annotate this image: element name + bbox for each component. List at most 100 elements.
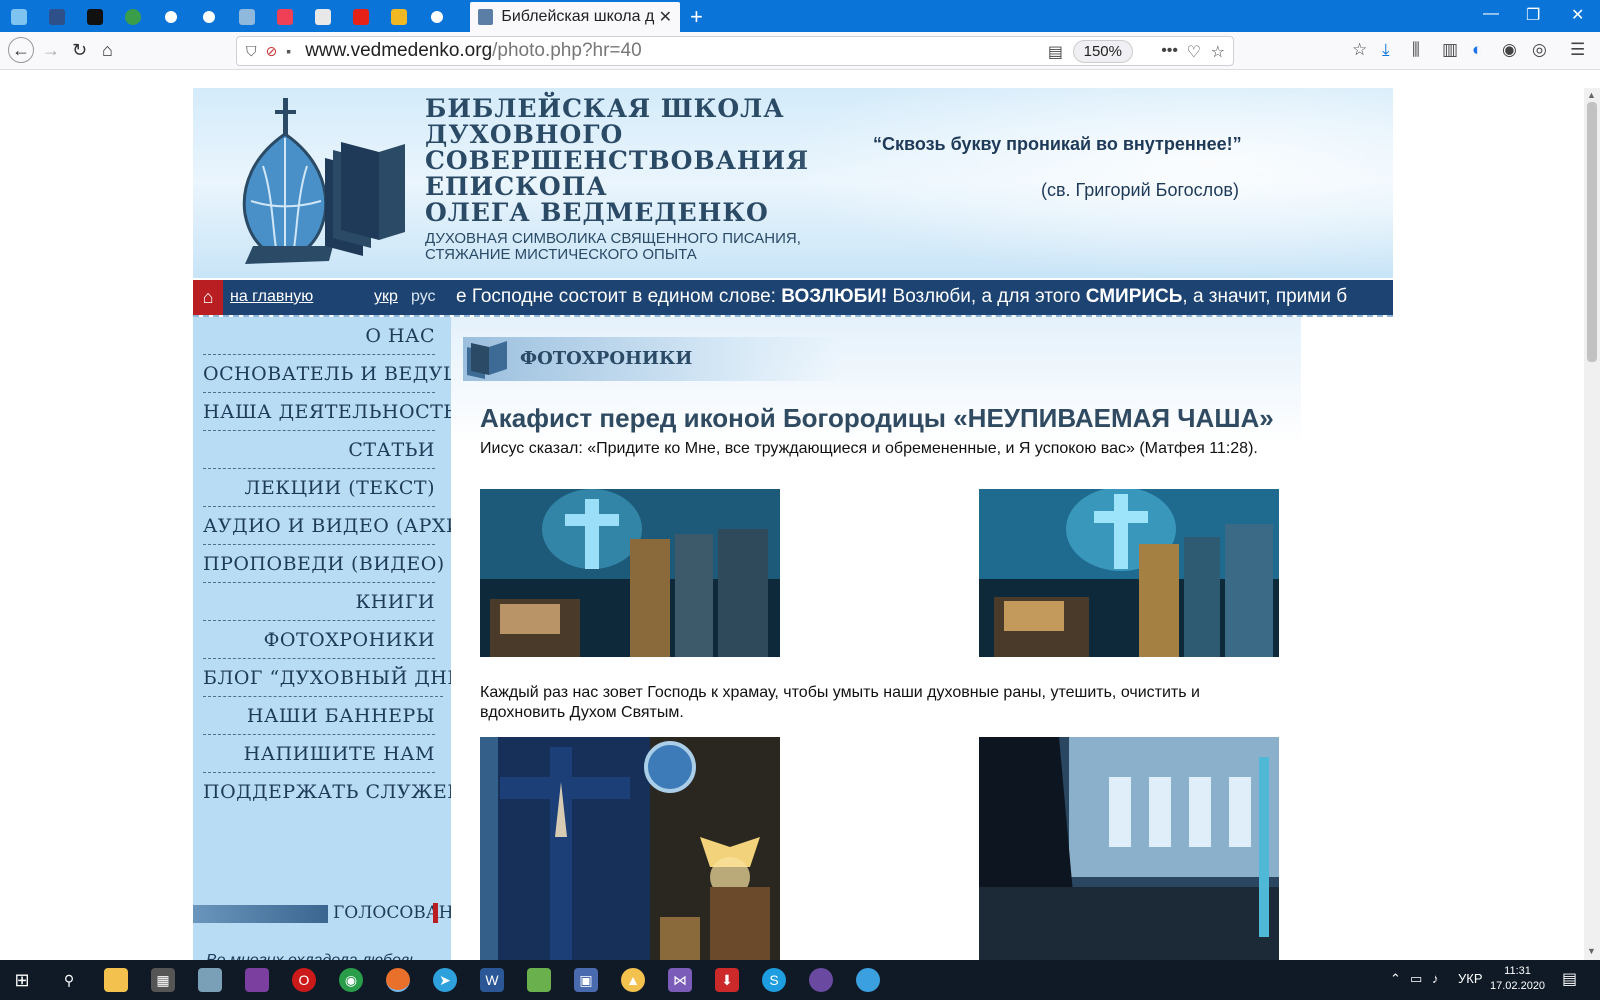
app-icon[interactable]: ▲	[621, 968, 645, 992]
downloads-icon[interactable]: ⤓	[1382, 40, 1390, 60]
lang-ukr-link[interactable]: укр	[374, 288, 398, 306]
pinned-tab[interactable]	[42, 4, 72, 30]
photo-2[interactable]	[979, 489, 1279, 657]
scroll-down-icon[interactable]: ▼	[1587, 946, 1596, 956]
opera-icon[interactable]: O	[292, 968, 316, 992]
menu-item-sermons[interactable]: ПРОПОВЕДИ (ВИДЕО)	[203, 545, 444, 583]
explorer-icon[interactable]	[104, 968, 128, 992]
pinned-tab[interactable]	[156, 4, 186, 30]
notepad-icon[interactable]	[527, 968, 551, 992]
menu-item-founder[interactable]: ОСНОВАТЕЛЬ И ВЕДУЩИЙ	[203, 355, 499, 393]
reader-view-icon[interactable]: ▤	[1048, 42, 1063, 62]
menu-item-banners[interactable]: НАШИ БАННЕРЫ	[203, 697, 435, 735]
app-icon	[87, 9, 103, 25]
app-icon[interactable]	[245, 968, 269, 992]
pinned-tab[interactable]	[270, 4, 300, 30]
extension-icon[interactable]: ◐	[1472, 40, 1482, 60]
tracking-icon[interactable]: ⊘	[266, 43, 278, 60]
close-tab-icon[interactable]: ✕	[659, 7, 672, 27]
school-title: БИБЛЕЙСКАЯ ШКОЛА ДУХОВНОГО СОВЕРШЕНСТВОВ…	[425, 96, 809, 226]
forward-button[interactable]: →	[42, 40, 60, 61]
photo-4[interactable]	[979, 737, 1279, 960]
notifications-icon[interactable]: ▤	[1562, 969, 1577, 989]
page-scrollbar[interactable]: ▲ ▼	[1584, 88, 1600, 960]
pinned-tab[interactable]	[118, 4, 148, 30]
minimize-button[interactable]: —	[1483, 5, 1499, 23]
bookmarks-icon[interactable]: ☆	[1352, 40, 1367, 60]
start-icon[interactable]: ⊞	[10, 968, 34, 992]
close-window-button[interactable]: ✕	[1571, 5, 1584, 25]
pinned-tab[interactable]	[384, 4, 414, 30]
scroll-up-icon[interactable]: ▲	[1587, 90, 1596, 100]
menu-item-audio-video[interactable]: АУДИО И ВИДЕО (АРХИВ)	[203, 507, 485, 545]
menu-item-about[interactable]: О НАС	[203, 317, 435, 355]
scrollbar-thumb[interactable]	[1587, 102, 1597, 362]
ticker-part: Возлюби, а для этого	[887, 286, 1086, 307]
active-tab[interactable]: Библейская школа д ✕	[470, 2, 680, 32]
lock-icon[interactable]: ▪	[286, 43, 291, 59]
app-icon[interactable]	[856, 968, 880, 992]
pinned-tab[interactable]	[232, 4, 262, 30]
word-icon[interactable]: W	[480, 968, 504, 992]
date: 17.02.2020	[1490, 980, 1546, 992]
back-button[interactable]: ←	[8, 37, 34, 63]
save-icon[interactable]: ▣	[574, 968, 598, 992]
menu-item-contact[interactable]: НАПИШИТЕ НАМ	[203, 735, 435, 773]
pinned-tab[interactable]	[80, 4, 110, 30]
menu-item-lectures[interactable]: ЛЕКЦИИ (ТЕКСТ)	[203, 469, 435, 507]
vote-bar	[193, 905, 328, 923]
extension-icon[interactable]: ◉	[1502, 40, 1517, 60]
zoom-level[interactable]: 150%	[1072, 40, 1133, 63]
sidebar-icon[interactable]: ▥	[1442, 40, 1458, 60]
title-line: ДУХОВНОГО	[425, 120, 624, 149]
photo-3[interactable]	[480, 737, 780, 960]
download-icon[interactable]: ⬇	[715, 968, 739, 992]
photo-1[interactable]	[480, 489, 780, 657]
skype-icon[interactable]: S	[762, 968, 786, 992]
menu-item-support[interactable]: ПОДДЕРЖАТЬ СЛУЖЕНИЕ	[203, 773, 495, 811]
home-button[interactable]: ⌂	[102, 40, 113, 61]
home-icon[interactable]: ⌂	[193, 280, 223, 315]
vote-marker	[433, 903, 438, 923]
menu-icon[interactable]: ☰	[1570, 40, 1585, 60]
app-icon[interactable]	[809, 968, 833, 992]
reload-button[interactable]: ↻	[72, 40, 87, 61]
pinned-tab[interactable]	[422, 4, 452, 30]
url-text[interactable]: www.vedmedenko.org/photo.php?hr=40	[305, 40, 641, 62]
firefox-icon[interactable]	[386, 968, 410, 992]
restore-button[interactable]: ❐	[1526, 5, 1540, 25]
shield-icon[interactable]: ⛉	[246, 43, 257, 60]
menu-item-blog[interactable]: БЛОГ “ДУХОВНЫЙ ДНЕВНИК”	[203, 659, 535, 697]
menu-item-books[interactable]: КНИГИ	[203, 583, 435, 621]
menu-item-photo-chronicles[interactable]: ФОТОХРОНИКИ	[203, 621, 435, 659]
volume-icon[interactable]: ♪	[1432, 971, 1439, 986]
vs-icon[interactable]: ⋈	[668, 968, 692, 992]
page-actions-icon[interactable]: •••	[1161, 42, 1178, 60]
bookmark-star-icon[interactable]: ☆	[1211, 42, 1225, 62]
network-icon[interactable]: ▭	[1410, 971, 1422, 987]
pinned-tab[interactable]	[308, 4, 338, 30]
menu-item-activity[interactable]: НАША ДЕЯТЕЛЬНОСТЬ	[203, 393, 456, 431]
search-icon[interactable]: ⚲	[57, 968, 81, 992]
app-icon	[125, 9, 141, 25]
language-indicator[interactable]: УКР	[1458, 971, 1483, 986]
library-icon[interactable]: ⫼	[1412, 40, 1420, 60]
app-icon[interactable]	[198, 968, 222, 992]
lang-rus-link[interactable]: рус	[411, 288, 436, 306]
home-link[interactable]: на главную	[230, 288, 313, 306]
pinned-tab[interactable]	[194, 4, 224, 30]
chrome-icon[interactable]: ◉	[339, 968, 363, 992]
new-tab-button[interactable]: +	[690, 4, 703, 30]
globe-icon	[201, 9, 217, 25]
pinned-tab[interactable]	[4, 4, 34, 30]
main-menu: О НАС ОСНОВАТЕЛЬ И ВЕДУЩИЙ НАША ДЕЯТЕЛЬН…	[193, 317, 535, 811]
telegram-icon[interactable]: ➤	[433, 968, 457, 992]
url-bar[interactable]: ⛉ ⊘ ▪ www.vedmedenko.org/photo.php?hr=40…	[236, 36, 1234, 66]
account-icon[interactable]: ◎	[1532, 40, 1547, 60]
clock[interactable]: 11:31 17.02.2020	[1490, 964, 1545, 994]
calculator-icon[interactable]: ▦	[151, 968, 175, 992]
pocket-icon[interactable]: ♡	[1187, 42, 1201, 62]
tray-chevron-icon[interactable]: ⌃	[1390, 971, 1401, 987]
pinned-tab[interactable]	[346, 4, 376, 30]
menu-item-articles[interactable]: СТАТЬИ	[203, 431, 435, 469]
